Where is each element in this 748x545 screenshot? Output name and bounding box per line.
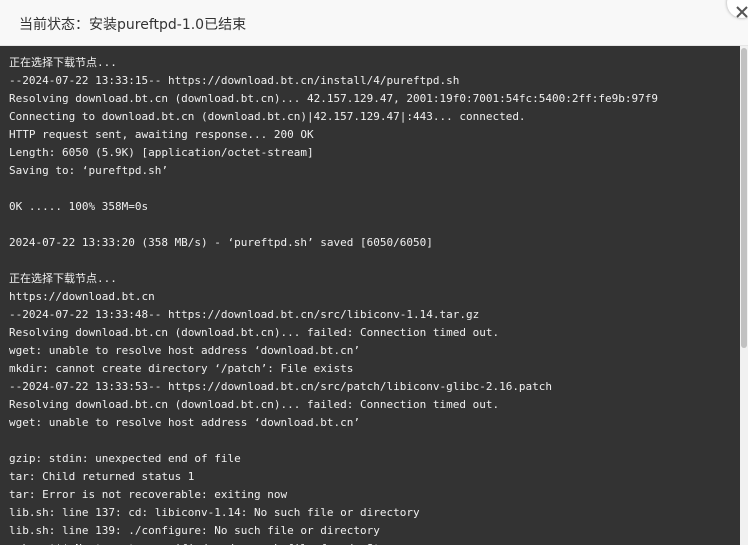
log-line: tar: Error is not recoverable: exiting n… [9, 488, 288, 501]
log-line: 2024-07-22 13:33:20 (358 MB/s) - ‘pureft… [9, 236, 433, 249]
close-icon [736, 6, 748, 18]
log-line: Connecting to download.bt.cn (download.b… [9, 110, 526, 123]
install-log-text: 正在选择下载节点... --2024-07-22 13:33:15-- https… [9, 54, 658, 545]
log-line: Resolving download.bt.cn (download.bt.cn… [9, 92, 659, 105]
install-log-panel[interactable]: 正在选择下载节点... --2024-07-22 13:33:15-- https… [0, 46, 740, 545]
log-line: 0K ..... 100% 358M=0s [9, 200, 149, 213]
dialog-title-bar: 当前状态：安装pureftpd-1.0已结束 [0, 0, 748, 46]
log-line: https://download.bt.cn [9, 290, 155, 303]
log-scrollbar-thumb[interactable] [741, 48, 747, 348]
log-line: --2024-07-22 13:33:15-- https://download… [9, 74, 460, 87]
log-line: make: *** No targets specified and no ma… [9, 540, 658, 545]
log-line: tar: Child returned status 1 [9, 470, 195, 483]
log-line: Saving to: ‘pureftpd.sh’ [9, 164, 168, 177]
log-line: --2024-07-22 13:33:48-- https://download… [9, 308, 480, 321]
log-line: mkdir: cannot create directory ‘/patch’:… [9, 362, 354, 375]
install-status-dialog: 当前状态：安装pureftpd-1.0已结束 正在选择下载节点... --2024… [0, 0, 748, 545]
log-line: wget: unable to resolve host address ‘do… [9, 344, 360, 357]
log-line: --2024-07-22 13:33:53-- https://download… [9, 380, 553, 393]
dialog-title: 当前状态：安装pureftpd-1.0已结束 [19, 17, 247, 33]
log-line: Resolving download.bt.cn (download.bt.cn… [9, 398, 500, 411]
log-line: wget: unable to resolve host address ‘do… [9, 416, 360, 429]
log-line: Resolving download.bt.cn (download.bt.cn… [9, 326, 500, 339]
log-line: 正在选择下载节点... [9, 272, 117, 285]
log-line: HTTP request sent, awaiting response... … [9, 128, 314, 141]
log-scrollbar[interactable] [740, 46, 748, 545]
log-line: Length: 6050 (5.9K) [application/octet-s… [9, 146, 314, 159]
log-line: gzip: stdin: unexpected end of file [9, 452, 241, 465]
log-line: lib.sh: line 137: cd: libiconv-1.14: No … [9, 506, 420, 519]
log-line: lib.sh: line 139: ./configure: No such f… [9, 524, 380, 537]
log-line: 正在选择下载节点... [9, 56, 117, 69]
